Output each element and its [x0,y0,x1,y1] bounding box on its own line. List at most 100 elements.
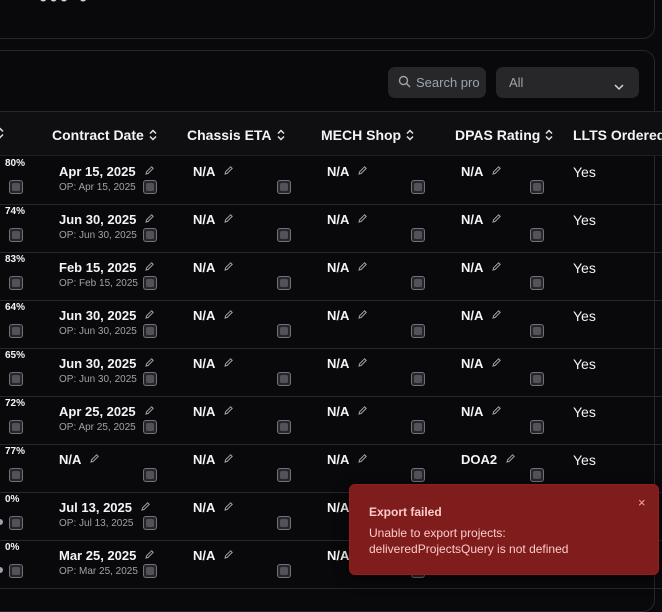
dpas-rating-value: N/A [461,308,484,323]
pencil-icon[interactable] [223,500,234,515]
dpas-rating-checkbox[interactable] [530,324,544,338]
pencil-icon[interactable] [491,308,502,323]
pencil-icon[interactable] [223,356,234,371]
chassis-eta-checkbox[interactable] [277,468,291,482]
sort-icon[interactable] [0,127,4,139]
contract-date-checkbox[interactable] [143,420,157,434]
pencil-icon[interactable] [491,260,502,275]
dpas-rating-cell: DOA2 [461,452,516,467]
pencil-icon[interactable] [357,452,368,467]
chassis-eta-checkbox[interactable] [277,420,291,434]
column-header-llts-ordered[interactable]: LLTS Ordered [573,127,662,143]
chassis-eta-value: N/A [193,404,216,419]
pencil-icon[interactable] [491,212,502,227]
pencil-icon[interactable] [357,404,368,419]
column-header-contract-date[interactable]: Contract Date [52,127,157,143]
mech-shop-checkbox[interactable] [411,372,425,386]
dpas-rating-checkbox[interactable] [530,180,544,194]
pencil-icon[interactable] [144,356,155,371]
status-dot [0,519,3,525]
row-checkbox[interactable] [9,324,23,338]
contract-date-checkbox[interactable] [143,180,157,194]
column-header-mech-shop[interactable]: MECH Shop [321,127,414,143]
dpas-rating-checkbox[interactable] [530,468,544,482]
row-checkbox[interactable] [9,468,23,482]
dpas-rating-checkbox[interactable] [530,276,544,290]
mech-shop-value: N/A [327,164,350,179]
contract-date-checkbox[interactable] [143,468,157,482]
row-checkbox[interactable] [9,180,23,194]
row-checkbox[interactable] [9,420,23,434]
row-checkbox[interactable] [9,228,23,242]
row-checkbox[interactable] [9,276,23,290]
search-input[interactable] [416,67,482,98]
pencil-icon[interactable] [357,260,368,275]
close-icon[interactable]: × [638,495,646,510]
dpas-rating-checkbox[interactable] [530,228,544,242]
pencil-icon[interactable] [144,308,155,323]
contract-date-checkbox[interactable] [143,324,157,338]
pencil-icon[interactable] [357,356,368,371]
dpas-rating-checkbox[interactable] [530,372,544,386]
contract-date-value: Jun 30, 2025 [59,356,137,371]
chassis-eta-checkbox[interactable] [277,228,291,242]
contract-date-checkbox[interactable] [143,276,157,290]
status-filter-select[interactable]: All [496,67,639,98]
contract-date-checkbox[interactable] [143,372,157,386]
pencil-icon[interactable] [223,260,234,275]
pencil-icon[interactable] [491,356,502,371]
contract-date-checkbox[interactable] [143,516,157,530]
contract-date-checkbox[interactable] [143,228,157,242]
mech-shop-checkbox[interactable] [411,420,425,434]
row-checkbox[interactable] [9,564,23,578]
table-row: 64% Jun 30, 2025 OP: Jun 30, 2025 N/A N/A N/A… [0,300,662,349]
pencil-icon[interactable] [357,164,368,179]
mech-shop-cell: N/A [327,308,368,323]
mech-shop-checkbox[interactable] [411,228,425,242]
chassis-eta-cell: N/A [193,308,234,323]
chassis-eta-checkbox[interactable] [277,564,291,578]
pencil-icon[interactable] [223,452,234,467]
contract-date-checkbox[interactable] [143,564,157,578]
pencil-icon[interactable] [223,548,234,563]
llts-ordered-value: Yes [573,260,596,276]
pencil-icon[interactable] [223,164,234,179]
pencil-icon[interactable] [89,452,100,467]
pencil-icon[interactable] [223,212,234,227]
pencil-icon[interactable] [223,404,234,419]
mech-shop-checkbox[interactable] [411,180,425,194]
chassis-eta-cell: N/A [193,260,234,275]
row-checkbox[interactable] [9,372,23,386]
pencil-icon[interactable] [144,212,155,227]
chassis-eta-checkbox[interactable] [277,324,291,338]
mech-shop-checkbox[interactable] [411,468,425,482]
row-checkbox[interactable] [9,516,23,530]
chassis-eta-checkbox[interactable] [277,276,291,290]
pencil-icon[interactable] [505,452,516,467]
pencil-icon[interactable] [140,500,151,515]
column-header-dpas-rating[interactable]: DPAS Rating [455,127,553,143]
mech-shop-checkbox[interactable] [411,276,425,290]
contract-date-value: Apr 15, 2025 [59,164,136,179]
pencil-icon[interactable] [223,308,234,323]
search-box[interactable] [388,67,486,98]
pencil-icon[interactable] [144,260,155,275]
pencil-icon[interactable] [357,308,368,323]
column-header-chassis-eta[interactable]: Chassis ETA [187,127,285,143]
chassis-eta-checkbox[interactable] [277,372,291,386]
contract-date-cell: Jun 30, 2025 [59,356,155,371]
mech-shop-value: N/A [327,260,350,275]
pencil-icon[interactable] [144,164,155,179]
table-row: 72% Apr 25, 2025 OP: Apr 25, 2025 N/A N/A N/A… [0,396,662,445]
table-header: Contract Date Chassis ETA MECH Shop DPAS… [0,112,662,156]
chassis-eta-checkbox[interactable] [277,180,291,194]
contract-date-value: Feb 15, 2025 [59,260,137,275]
pencil-icon[interactable] [491,404,502,419]
pencil-icon[interactable] [144,548,155,563]
pencil-icon[interactable] [144,404,155,419]
chassis-eta-checkbox[interactable] [277,516,291,530]
mech-shop-checkbox[interactable] [411,324,425,338]
pencil-icon[interactable] [357,212,368,227]
dpas-rating-checkbox[interactable] [530,420,544,434]
pencil-icon[interactable] [491,164,502,179]
